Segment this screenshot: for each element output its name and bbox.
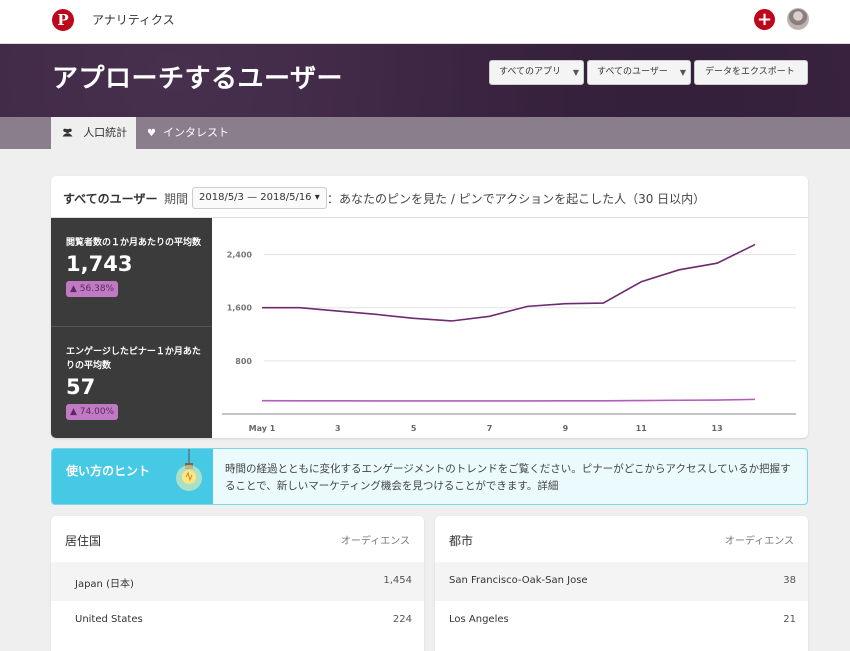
table-header: 居住国 オーディエンス (51, 516, 424, 562)
y-tick-label: 800 (235, 357, 252, 366)
add-button[interactable]: + (754, 9, 775, 30)
audience-count: 21 (783, 614, 796, 625)
line-chart: 800 1,600 2,400 May 1 3 5 7 9 11 13 (212, 218, 808, 438)
arrow-up-icon: ▲ (70, 284, 77, 294)
tips-text: 時間の経過とともに変化するエンゲージメントのトレンドをご覧ください。ピナーがどこ… (225, 461, 795, 495)
y-tick-label: 2,400 (227, 251, 253, 260)
city-name: San Francisco-Oak-San Jose (449, 575, 588, 586)
table-row[interactable]: Los Angeles 21 (435, 601, 808, 640)
change-badge: ▲ 74.00% (66, 404, 119, 420)
tab-bar: 人口統計 ♥ インタレスト (0, 117, 850, 149)
stat-monthly-viewers[interactable]: 閲覧者数の１か月あたりの平均数 1,743 ▲ 56.38% (51, 218, 212, 327)
table-row[interactable]: San Francisco-Oak-San Jose 38 (435, 562, 808, 601)
change-value: 56.38% (79, 284, 115, 294)
tips-banner: 使い方のヒント 時間の経過とともに変化するエンゲージメントのトレンドをご覧くださ… (51, 448, 808, 505)
top-bar: P アナリティクス + (0, 0, 850, 44)
export-data-button[interactable]: データをエクスポート (694, 60, 808, 85)
x-tick-label: 13 (712, 424, 723, 433)
audience-count: 1,454 (383, 575, 412, 586)
audience-column-header: オーディエンス (724, 536, 794, 547)
users-label: すべてのユーザー (63, 192, 158, 206)
tab-demographics-label: 人口統計 (83, 126, 128, 139)
audience-overview-card: すべてのユーザー 期間 2018/5/3 — 2018/5/16 ▾ ：あなたの… (51, 176, 808, 438)
lightbulb-icon (176, 449, 202, 491)
tab-demographics[interactable]: 人口統計 (51, 117, 136, 149)
arrow-up-icon: ▲ (70, 407, 77, 417)
chevron-down-icon: ▼ (679, 68, 686, 77)
chart-svg: 800 1,600 2,400 May 1 3 5 7 9 11 13 (222, 243, 796, 433)
tips-body: 時間の経過とともに変化するエンゲージメントのトレンドをご覧ください。ピナーがどこ… (225, 463, 791, 492)
description-text: ：あなたのピンを見た / ピンでアクションを起こした人（30 日以内） (327, 192, 706, 206)
avatar[interactable] (787, 8, 809, 30)
app-title: アナリティクス (92, 13, 175, 27)
series-line-2 (261, 398, 756, 402)
hero-banner: アプローチするユーザー すべてのアプリ ▼ すべてのユーザー ▼ データをエクス… (0, 44, 850, 117)
audience-column-header: オーディエンス (340, 536, 410, 547)
apps-filter-dropdown[interactable]: すべてのアプリ ▼ (489, 60, 584, 85)
pinterest-logo-icon[interactable]: P (52, 9, 74, 31)
table-row[interactable]: Japan (日本) 1,454 (51, 562, 424, 601)
tips-title: 使い方のヒント (66, 464, 151, 478)
city-name: Los Angeles (449, 614, 509, 625)
cities-title: 都市 (449, 534, 474, 548)
date-range-picker[interactable]: 2018/5/3 — 2018/5/16 ▾ (192, 187, 327, 209)
heart-icon: ♥ (147, 128, 156, 139)
tab-interests-label: インタレスト (162, 126, 229, 139)
x-tick-label: May 1 (249, 424, 276, 433)
users-filter-label: すべてのユーザー (597, 67, 668, 77)
table-header: 都市 オーディエンス (435, 516, 808, 562)
tips-more-link[interactable]: 詳細 (537, 480, 558, 492)
stat-label: 閲覧者数の１か月あたりの平均数 (66, 238, 202, 248)
x-tick-label: 11 (636, 424, 648, 433)
stat-value: 57 (66, 375, 96, 399)
apps-filter-label: すべてのアプリ (499, 67, 562, 77)
y-tick-label: 1,600 (227, 304, 253, 313)
countries-title: 居住国 (65, 534, 102, 548)
x-tick-label: 3 (335, 424, 341, 433)
tips-banner-label-area: 使い方のヒント (52, 449, 213, 504)
audience-count: 38 (783, 575, 796, 586)
country-name: Japan (日本) (75, 579, 134, 590)
card-header: すべてのユーザー 期間 2018/5/3 — 2018/5/16 ▾ ：あなたの… (51, 176, 808, 218)
change-value: 74.00% (79, 407, 115, 417)
page-title: アプローチするユーザー (52, 64, 343, 94)
series-line-1 (262, 243, 756, 322)
country-name: United States (75, 614, 143, 625)
stat-label: エンゲージしたピナー１か月あたりの平均数 (66, 347, 201, 371)
countries-card: 居住国 オーディエンス Japan (日本) 1,454 United Stat… (51, 516, 424, 651)
x-tick-label: 5 (411, 424, 417, 433)
x-tick-label: 7 (487, 424, 493, 433)
cities-card: 都市 オーディエンス San Francisco-Oak-San Jose 38… (435, 516, 808, 651)
stat-engaged-pinners[interactable]: エンゲージしたピナー１か月あたりの平均数 57 ▲ 74.00% (51, 327, 212, 438)
tab-interests[interactable]: ♥ インタレスト (147, 117, 229, 149)
users-icon (62, 128, 76, 139)
table-row[interactable]: United States 224 (51, 601, 424, 640)
stats-panel: 閲覧者数の１か月あたりの平均数 1,743 ▲ 56.38% エンゲージしたピナ… (51, 218, 212, 438)
stat-value: 1,743 (66, 252, 133, 276)
change-badge: ▲ 56.38% (66, 281, 119, 297)
chevron-down-icon: ▼ (572, 68, 579, 77)
users-filter-dropdown[interactable]: すべてのユーザー ▼ (587, 60, 691, 85)
period-label: 期間 (164, 192, 189, 206)
audience-count: 224 (392, 614, 412, 625)
x-tick-label: 9 (563, 424, 569, 433)
